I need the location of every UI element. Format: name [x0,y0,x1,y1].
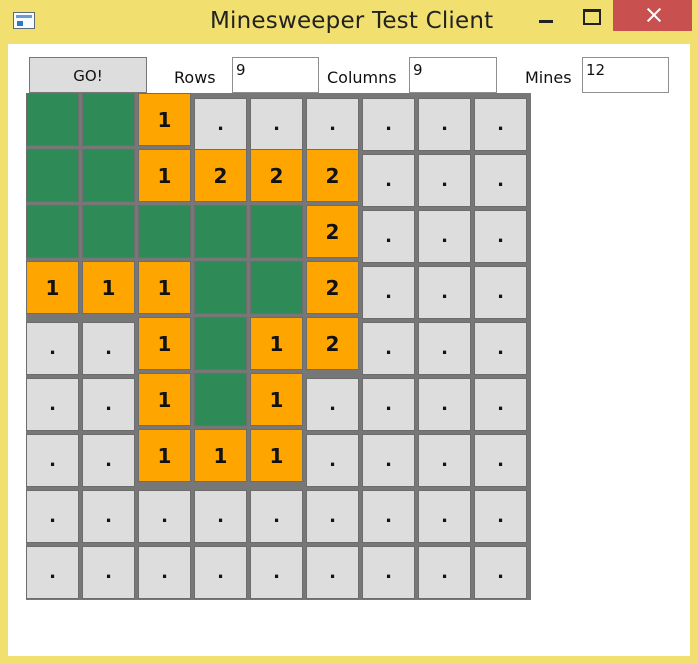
board-cell[interactable]: 1 [82,261,135,314]
board-cell[interactable]: 1 [138,373,191,426]
maximize-icon[interactable] [580,7,602,25]
minimize-icon[interactable] [536,9,556,25]
title-bar[interactable]: Minesweeper Test Client [0,0,698,44]
board-cell[interactable] [194,205,247,258]
go-button[interactable]: GO! [29,57,147,93]
board-cell[interactable] [250,261,303,314]
mine-board: 1......1222...2...1112.....112.....11...… [26,93,531,600]
board-cell[interactable]: 2 [194,149,247,202]
board-cell[interactable]: . [418,546,471,599]
board-cell[interactable]: . [194,546,247,599]
board-cell[interactable]: 2 [306,317,359,370]
board-cell[interactable]: . [82,490,135,543]
board-cell[interactable] [26,149,79,202]
board-cell[interactable] [82,93,135,146]
board-cell[interactable]: . [474,378,527,431]
board-cell[interactable]: . [362,378,415,431]
board-cell[interactable] [82,205,135,258]
board-cell[interactable]: . [26,322,79,375]
board-cell[interactable] [194,261,247,314]
board-cell[interactable]: . [250,546,303,599]
board-cell[interactable]: . [474,490,527,543]
board-cell[interactable]: . [306,490,359,543]
board-cell[interactable]: . [82,378,135,431]
board-cell[interactable]: . [418,266,471,319]
board-cell[interactable]: . [250,490,303,543]
board-cell[interactable]: . [26,378,79,431]
board-cell[interactable]: . [418,154,471,207]
board-cell[interactable]: . [418,434,471,487]
board-cell[interactable]: . [362,546,415,599]
board-cell[interactable]: . [362,98,415,151]
board-cell[interactable]: . [306,546,359,599]
board-cell[interactable]: . [418,490,471,543]
board-cell[interactable]: . [138,546,191,599]
board-cell[interactable]: . [362,266,415,319]
board-cell[interactable]: . [306,434,359,487]
board-cell[interactable] [194,317,247,370]
board-cell[interactable]: 1 [250,429,303,482]
columns-label: Columns [327,68,397,87]
board-cell[interactable]: 1 [138,93,191,146]
board-cell[interactable]: . [26,434,79,487]
board-cell[interactable]: . [194,490,247,543]
board-cell[interactable]: . [474,154,527,207]
board-cell[interactable]: . [474,98,527,151]
board-cell[interactable]: . [418,322,471,375]
mines-label: Mines [525,68,572,87]
board-cell[interactable]: . [474,322,527,375]
board-cell[interactable]: . [362,322,415,375]
board-cell[interactable]: 1 [250,373,303,426]
board-cell[interactable]: 2 [306,205,359,258]
board-cell[interactable]: . [250,98,303,151]
board-cell[interactable]: . [474,546,527,599]
board-cell[interactable]: 1 [138,429,191,482]
board-cell[interactable] [250,205,303,258]
board-cell[interactable] [82,149,135,202]
board-cell[interactable]: . [82,434,135,487]
board-cell[interactable] [26,205,79,258]
board-cell[interactable] [26,93,79,146]
client-area: GO! Rows 9 Columns 9 Mines 12 1......122… [8,44,690,656]
board-cell[interactable]: . [474,266,527,319]
window-title: Minesweeper Test Client [210,8,494,34]
board-cell[interactable]: . [362,434,415,487]
board-cell[interactable]: . [474,210,527,263]
board-cell[interactable]: 1 [138,261,191,314]
board-cell[interactable]: 1 [250,317,303,370]
columns-input[interactable]: 9 [409,57,497,93]
board-cell[interactable]: . [474,434,527,487]
mines-input[interactable]: 12 [582,57,669,93]
board-cell[interactable]: 2 [250,149,303,202]
board-cell[interactable]: . [362,210,415,263]
board-cell[interactable]: . [362,490,415,543]
board-cell[interactable]: 1 [138,317,191,370]
close-icon[interactable] [613,0,692,31]
board-cell[interactable]: 1 [26,261,79,314]
board-cell[interactable]: . [306,378,359,431]
board-cell[interactable]: 1 [194,429,247,482]
rows-input[interactable]: 9 [232,57,319,93]
board-cell[interactable]: . [418,210,471,263]
board-cell[interactable]: . [418,98,471,151]
board-cell[interactable]: . [26,490,79,543]
board-cell[interactable]: . [82,322,135,375]
board-cell[interactable]: . [138,490,191,543]
minesweeper-window: Minesweeper Test Client GO! Rows 9 Colum… [0,0,698,664]
board-cell[interactable]: 2 [306,261,359,314]
board-cell[interactable]: 1 [138,149,191,202]
board-cell[interactable]: . [26,546,79,599]
board-cell[interactable]: 2 [306,149,359,202]
rows-label: Rows [174,68,216,87]
board-cell[interactable] [138,205,191,258]
board-cell[interactable]: . [306,98,359,151]
app-icon [13,12,35,29]
board-cell[interactable]: . [418,378,471,431]
board-cell[interactable] [194,373,247,426]
board-cell[interactable]: . [362,154,415,207]
board-cell[interactable]: . [82,546,135,599]
board-cell[interactable]: . [194,98,247,151]
